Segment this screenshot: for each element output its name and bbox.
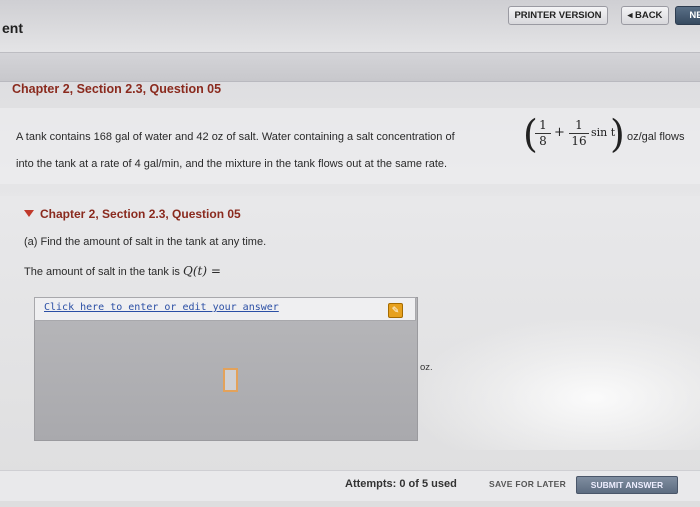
toolbar [0, 52, 700, 82]
edit-pencil-icon[interactable]: ✎ [388, 303, 403, 318]
fraction-1-16: 1 16 [569, 119, 589, 148]
printer-version-button[interactable]: PRINTER VERSION [508, 6, 608, 25]
frac1-numerator: 1 [539, 118, 547, 132]
problem-text-line2: into the tank at a rate of 4 gal/min, an… [16, 158, 448, 170]
part-a-prompt: (a) Find the amount of salt in the tank … [24, 236, 267, 248]
save-for-later-button[interactable]: SAVE FOR LATER [489, 479, 566, 489]
problem-units: oz/gal flows [627, 131, 685, 143]
amount-statement: The amount of salt in the tank is Q(t) = [24, 264, 221, 278]
amount-expression: Q(t) = [182, 264, 221, 278]
header-partial-text: ent [2, 20, 23, 36]
unit-label: oz. [420, 362, 433, 373]
back-button[interactable]: ◂ BACK [621, 6, 669, 25]
problem-text-line1: A tank contains 168 gal of water and 42 … [16, 131, 455, 143]
plus-sign: + [554, 125, 565, 140]
collapse-triangle-icon[interactable] [24, 210, 34, 217]
attempts-counter: Attempts: 0 of 5 used [345, 478, 457, 490]
edit-answer-link[interactable]: Click here to enter or edit your answer [44, 302, 279, 313]
right-paren: ) [610, 112, 625, 156]
frac2-denominator: 16 [571, 134, 587, 148]
submit-answer-button[interactable]: SUBMIT ANSWER [576, 476, 678, 494]
frac2-numerator: 1 [575, 118, 583, 132]
next-button[interactable]: NE [675, 6, 700, 25]
concentration-formula: ( 1 8 + 1 16 sin t ) [523, 112, 625, 158]
fraction-1-8: 1 8 [535, 119, 551, 148]
answer-input-box[interactable] [223, 368, 238, 392]
page-title: Chapter 2, Section 2.3, Question 05 [12, 82, 222, 96]
frac1-denominator: 8 [539, 134, 547, 148]
subpanel-title: Chapter 2, Section 2.3, Question 05 [40, 207, 241, 221]
amount-prefix: The amount of salt in the tank is [24, 266, 180, 278]
